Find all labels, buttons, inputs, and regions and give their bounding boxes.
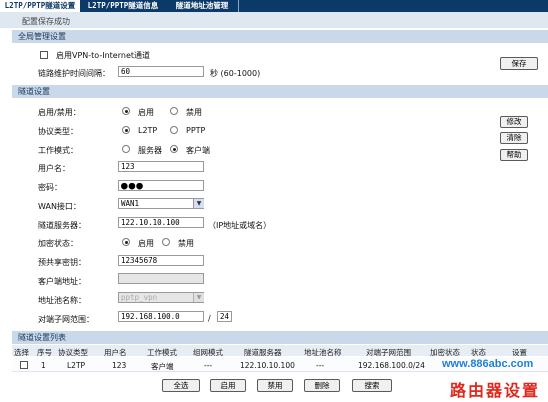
status-banner bbox=[0, 12, 548, 28]
enable-vpn-checkbox[interactable] bbox=[40, 51, 48, 59]
tunnel-server-hint: （IP地址或域名） bbox=[208, 221, 272, 230]
password-label: 密码： bbox=[38, 183, 62, 192]
disable-radio[interactable] bbox=[170, 107, 178, 115]
tunnel-server-label: 隧道服务器： bbox=[38, 221, 86, 230]
keepalive-label: 链路维护时间间隔： bbox=[38, 69, 110, 78]
server-mode-radio[interactable] bbox=[122, 145, 130, 153]
global-section-header bbox=[12, 30, 548, 43]
psk-label: 预共享密钥： bbox=[38, 258, 86, 267]
col-protocol: 协议类型 bbox=[58, 348, 88, 357]
username-label: 用户名： bbox=[38, 164, 70, 173]
enable-vpn-label: 启用VPN-to-Internet通道 bbox=[56, 51, 150, 60]
col-status: 状态 bbox=[471, 348, 486, 357]
watermark-brand: 路由器设置 bbox=[450, 381, 541, 400]
watermark-url: www.886abc.com bbox=[442, 358, 534, 370]
row-select-checkbox[interactable] bbox=[20, 361, 28, 369]
protocol-label: 协议类型： bbox=[38, 127, 78, 136]
keepalive-input[interactable]: 60 bbox=[118, 66, 204, 77]
server-mode-label: 服务器 bbox=[138, 146, 162, 155]
chevron-down-icon[interactable]: ▼ bbox=[193, 199, 204, 208]
row-network-mode: --- bbox=[204, 361, 213, 370]
client-address-input[interactable] bbox=[118, 273, 204, 284]
save-button[interactable]: 保存 bbox=[500, 57, 538, 70]
pool-name-label: 地址池名称： bbox=[38, 296, 86, 305]
modify-button[interactable]: 修改 bbox=[500, 116, 528, 128]
save-success-message: 配置保存成功 bbox=[22, 17, 70, 26]
chevron-down-icon[interactable]: ▼ bbox=[193, 293, 204, 302]
enable-button[interactable]: 启用 bbox=[210, 379, 246, 392]
enable-radio-label: 启用 bbox=[138, 108, 154, 117]
col-pool-name: 地址池名称 bbox=[304, 348, 342, 357]
l2tp-radio[interactable] bbox=[122, 126, 130, 134]
username-input[interactable]: 123 bbox=[118, 161, 204, 172]
tab-l2tp-pptp-info[interactable]: L2TP/PPTP隧道信息 bbox=[80, 0, 167, 12]
row-index: 1 bbox=[41, 361, 46, 370]
col-peer-subnet: 对端子网范围 bbox=[366, 348, 411, 357]
help-button[interactable]: 帮助 bbox=[500, 149, 528, 161]
tunnel-list-title: 隧道设置列表 bbox=[18, 333, 66, 342]
row-tunnel-server: 122.10.10.100 bbox=[240, 361, 295, 370]
work-mode-label: 工作模式： bbox=[38, 146, 78, 155]
delete-button[interactable]: 删除 bbox=[304, 379, 340, 392]
password-input[interactable]: ●●● bbox=[118, 180, 204, 191]
encryption-disable-radio[interactable] bbox=[162, 238, 170, 246]
wan-interface-select[interactable]: WAN1 bbox=[118, 198, 204, 209]
col-work-mode: 工作模式 bbox=[147, 348, 177, 357]
encryption-disable-label: 禁用 bbox=[178, 239, 194, 248]
l2tp-radio-label: L2TP bbox=[138, 126, 158, 135]
col-settings: 设置 bbox=[512, 348, 527, 357]
col-index: 序号 bbox=[37, 348, 52, 357]
encryption-enable-label: 启用 bbox=[138, 239, 154, 248]
enable-status-label: 启用/禁用： bbox=[38, 108, 81, 117]
client-mode-label: 客户端 bbox=[186, 146, 210, 155]
row-protocol: L2TP bbox=[67, 361, 86, 370]
col-tunnel-server: 隧道服务器 bbox=[244, 348, 282, 357]
pptp-radio[interactable] bbox=[170, 126, 178, 134]
pool-name-select[interactable]: pptp_vpn bbox=[118, 292, 204, 303]
tunnel-list-header bbox=[12, 331, 548, 344]
col-username: 用户名 bbox=[104, 348, 127, 357]
peer-subnet-mask-input[interactable]: 24 bbox=[217, 311, 232, 322]
keepalive-unit: 秒 (60-1000) bbox=[210, 69, 261, 78]
client-mode-radio[interactable] bbox=[170, 145, 178, 153]
row-pool-name: --- bbox=[316, 361, 325, 370]
client-address-label: 客户端地址： bbox=[38, 277, 86, 286]
wan-interface-label: WAN接口： bbox=[38, 202, 81, 211]
clear-button[interactable]: 清除 bbox=[500, 132, 528, 144]
tunnel-section-header bbox=[12, 85, 548, 98]
select-all-button[interactable]: 全选 bbox=[162, 379, 200, 392]
tab-address-pool[interactable]: 隧道地址池管理 bbox=[166, 0, 239, 12]
pptp-radio-label: PPTP bbox=[186, 126, 206, 135]
tab-l2tp-pptp-settings[interactable]: L2TP/PPTP隧道设置 bbox=[0, 0, 80, 12]
peer-subnet-label: 对端子网范围： bbox=[38, 315, 94, 324]
row-username: 123 bbox=[112, 361, 127, 370]
disable-button[interactable]: 禁用 bbox=[257, 379, 293, 392]
peer-subnet-ip-input[interactable]: 192.168.100.0 bbox=[118, 311, 204, 322]
tunnel-server-input[interactable]: 122.10.10.100 bbox=[118, 217, 204, 228]
row-work-mode: 客户端 bbox=[151, 362, 174, 371]
col-network-mode: 组网模式 bbox=[193, 348, 223, 357]
global-section-title: 全局管理设置 bbox=[18, 32, 66, 41]
search-button[interactable]: 搜索 bbox=[352, 379, 392, 392]
col-select: 选择 bbox=[14, 348, 29, 357]
subnet-separator: / bbox=[208, 314, 211, 323]
enable-radio[interactable] bbox=[122, 107, 130, 115]
disable-radio-label: 禁用 bbox=[186, 108, 202, 117]
col-encryption: 加密状态 bbox=[430, 348, 460, 357]
tunnel-section-title: 隧道设置 bbox=[18, 87, 50, 96]
row-peer-subnet: 192.168.100.0/24 bbox=[358, 361, 425, 370]
encryption-label: 加密状态： bbox=[38, 239, 78, 248]
psk-input[interactable]: 12345678 bbox=[118, 255, 204, 266]
encryption-enable-radio[interactable] bbox=[122, 238, 130, 246]
